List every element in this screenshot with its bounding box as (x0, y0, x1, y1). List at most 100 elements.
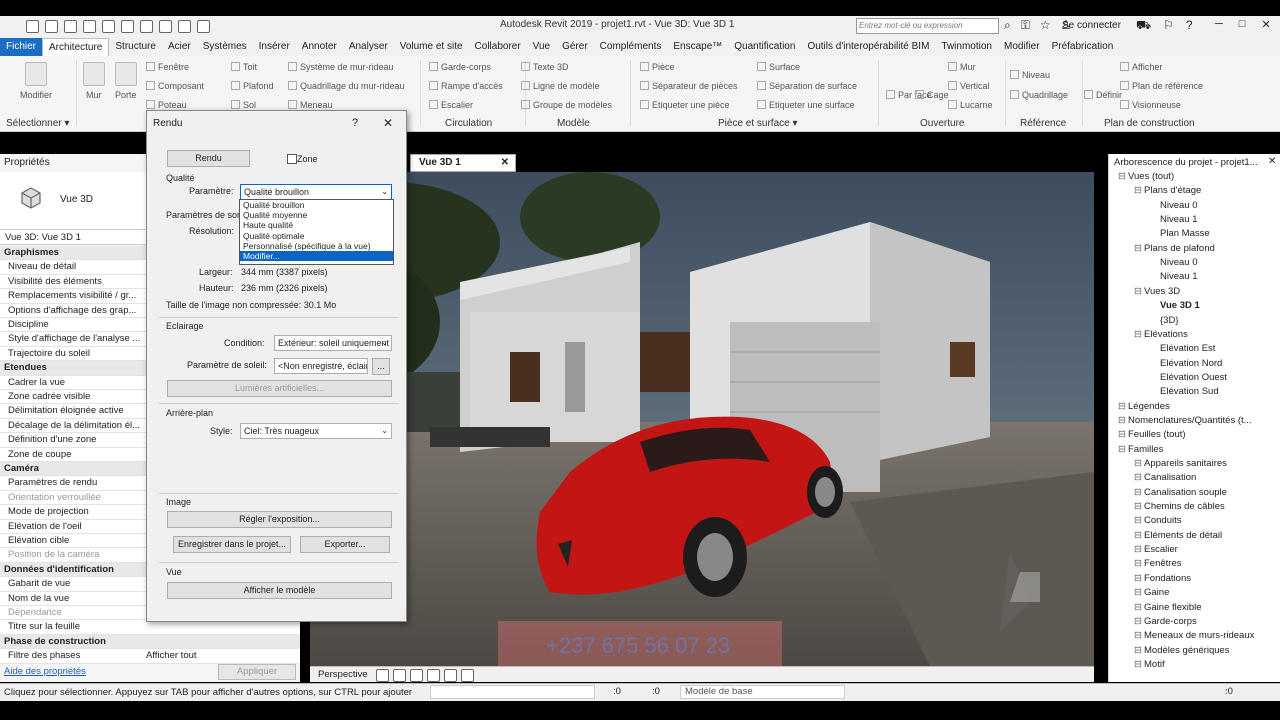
build-item-7[interactable]: Quadrillage du mur-rideau (288, 81, 405, 91)
wp-item-3[interactable]: Visionneuse (1120, 100, 1181, 110)
cart-icon[interactable]: ⛟ (1136, 18, 1151, 34)
tree-item[interactable]: ⊟ Chemins de câbles (1134, 501, 1225, 512)
tree-item[interactable]: ⊟ Appareils sanitaires (1134, 458, 1227, 469)
export-button[interactable]: Exporter... (300, 536, 390, 553)
tab-12[interactable]: Compléments (594, 38, 668, 56)
maximize-icon[interactable]: □ (1239, 18, 1246, 31)
room-item-3[interactable]: Surface (757, 62, 800, 72)
tree-item[interactable]: ⊟ Canalisation souple (1134, 487, 1227, 498)
tree-item[interactable]: Niveau 0 (1150, 257, 1198, 268)
3d-view-icon[interactable] (178, 19, 191, 33)
modify-icon[interactable] (25, 62, 47, 86)
tree-item[interactable]: ⊟ Eléments de détail (1134, 530, 1222, 541)
tree-item[interactable]: Niveau 0 (1150, 200, 1198, 211)
tab-9[interactable]: Collaborer (469, 38, 527, 56)
expander-icon[interactable]: ⊟ (1134, 329, 1144, 340)
tree-item[interactable]: ⊟ Nomenclatures/Quantités (t... (1118, 415, 1252, 426)
tab-8[interactable]: Volume et site (394, 38, 469, 56)
expander-icon[interactable]: ⊟ (1134, 616, 1144, 627)
tree-item[interactable]: ⊟ Feuilles (tout) (1118, 429, 1186, 440)
switch-windows-icon[interactable] (197, 19, 210, 33)
expander-icon[interactable]: ⊟ (1134, 602, 1144, 613)
help-icon[interactable]: ? (352, 117, 358, 129)
save-icon[interactable] (45, 19, 58, 33)
background-style-select[interactable]: Ciel: Très nuageux ⌄ (240, 423, 392, 439)
ref-item-1[interactable]: Quadrillage (1010, 90, 1068, 100)
circ-item-0[interactable]: Garde-corps (429, 62, 491, 72)
binoculars-icon[interactable]: ⌕ (1004, 18, 1011, 33)
adjust-exposure-button[interactable]: Régler l'exposition... (167, 511, 392, 528)
quality-select[interactable]: Qualité brouillon ⌄ (240, 184, 392, 200)
expander-icon[interactable]: ⊟ (1134, 558, 1144, 569)
tree-item[interactable]: Niveau 1 (1150, 271, 1198, 282)
circ-item-2[interactable]: Escalier (429, 100, 473, 110)
tab-13[interactable]: Enscape™ (667, 38, 728, 56)
tree-item[interactable]: ⊟ Gaine flexible (1134, 602, 1202, 613)
sun-field[interactable]: <Non enregistré, éclairage> (274, 358, 368, 374)
expander-icon[interactable]: ⊟ (1118, 415, 1128, 426)
close-icon[interactable]: ✕ (1261, 18, 1270, 31)
model-item-1[interactable]: Ligne de modèle (521, 81, 600, 91)
expander-icon[interactable]: ⊟ (1118, 171, 1128, 182)
property-row[interactable]: Titre sur la feuille (0, 620, 300, 635)
tab-14[interactable]: Quantification (728, 38, 801, 56)
model-item-2[interactable]: Groupe de modèles (521, 100, 612, 110)
show-model-button[interactable]: Afficher le modèle (167, 582, 392, 599)
tree-item[interactable]: ⊟ Conduits (1134, 515, 1182, 526)
expander-icon[interactable]: ⊟ (1134, 185, 1144, 196)
tab-1[interactable]: Architecture (42, 38, 110, 56)
exchange-icon[interactable]: ⚐ (1163, 18, 1174, 34)
wp-item-2[interactable]: Plan de référence (1120, 81, 1203, 91)
print-icon[interactable] (121, 19, 134, 33)
expander-icon[interactable]: ⊟ (1134, 515, 1144, 526)
open-item-1[interactable]: Cage (915, 90, 949, 100)
tree-item[interactable]: Plan Masse (1150, 228, 1210, 239)
dropdown-option[interactable]: Qualité optimale (240, 231, 393, 241)
open-item-4[interactable]: Lucarne (948, 100, 993, 110)
expander-icon[interactable]: ⊟ (1118, 429, 1128, 440)
sun-settings-button[interactable]: ... (372, 358, 390, 375)
tree-item[interactable]: ⊟ Gaine (1134, 587, 1169, 598)
dropdown-option[interactable]: Qualité brouillon (240, 200, 393, 210)
help-icon[interactable]: ? (1186, 18, 1193, 34)
build-item-1[interactable]: Composant (146, 81, 204, 91)
visual-style-icon[interactable] (410, 669, 423, 682)
room-item-4[interactable]: Séparation de surface (757, 81, 857, 91)
tree-item[interactable]: ⊟ Vues 3D (1134, 286, 1180, 297)
expander-icon[interactable]: ⊟ (1134, 573, 1144, 584)
close-browser-icon[interactable]: ✕ (1268, 156, 1276, 167)
detail-level-icon[interactable] (393, 669, 406, 682)
door-icon[interactable] (115, 62, 137, 86)
tree-item[interactable]: ⊟ Escalier (1134, 544, 1178, 555)
expander-icon[interactable]: ⊟ (1134, 587, 1144, 598)
tree-item[interactable]: ⊟ Familles (1118, 444, 1163, 455)
condition-select[interactable]: Extérieur: soleil uniquement ⌄ (274, 335, 392, 351)
measure-icon[interactable] (140, 19, 153, 33)
minimize-icon[interactable]: ─ (1215, 18, 1223, 31)
tab-3[interactable]: Acier (162, 38, 197, 56)
expander-icon[interactable]: ⊟ (1134, 472, 1144, 483)
properties-help-link[interactable]: Aide des propriétés (4, 666, 86, 677)
tree-item[interactable]: ⊟ Motif (1134, 659, 1165, 670)
expander-icon[interactable]: ⊟ (1134, 286, 1144, 297)
expander-icon[interactable]: ⊟ (1134, 544, 1144, 555)
tab-18[interactable]: Préfabrication (1046, 38, 1120, 56)
star-icon[interactable]: ☆ (1040, 18, 1051, 33)
tree-item[interactable]: ⊟ Légendes (1118, 401, 1170, 412)
tree-item[interactable]: ⊟ Plans d'étage (1134, 185, 1201, 196)
tab-6[interactable]: Annoter (296, 38, 343, 56)
tree-item[interactable]: ⊟ Fondations (1134, 573, 1191, 584)
zone-checkbox[interactable]: Zone (287, 154, 318, 164)
tree-item[interactable]: Elévation Sud (1150, 386, 1219, 397)
tree-item[interactable]: ⊟ Fenêtres (1134, 558, 1182, 569)
room-item-5[interactable]: Etiqueter une surface (757, 100, 855, 110)
apply-button[interactable]: Appliquer (218, 664, 296, 680)
build-item-6[interactable]: Système de mur-rideau (288, 62, 394, 72)
door-button[interactable]: Porte (115, 90, 137, 100)
wp-item-0[interactable]: Définir (1084, 90, 1122, 100)
key-icon[interactable]: ⚿ (1021, 18, 1030, 33)
property-row[interactable]: Filtre des phases Afficher tout (0, 649, 300, 664)
expander-icon[interactable]: ⊟ (1134, 645, 1144, 656)
tree-item[interactable]: ⊟ Garde-corps (1134, 616, 1197, 627)
tab-7[interactable]: Analyser (343, 38, 394, 56)
